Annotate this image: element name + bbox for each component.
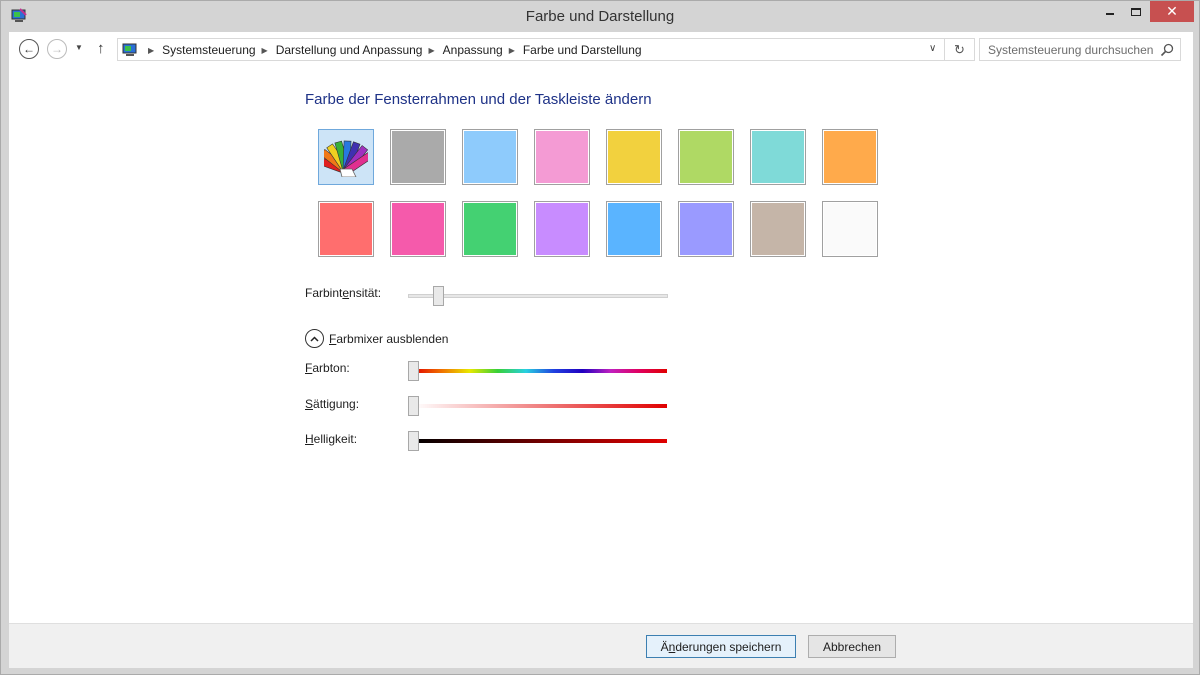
minimize-button[interactable] xyxy=(1097,1,1123,22)
forward-arrow-icon: → xyxy=(51,42,63,56)
saturation-slider-track[interactable] xyxy=(413,404,667,408)
intensity-slider-thumb[interactable] xyxy=(432,286,444,306)
refresh-icon: ↻ xyxy=(954,41,965,57)
brightness-label: Helligkeit: xyxy=(305,432,358,446)
close-button[interactable]: ✕ xyxy=(1150,1,1194,22)
color-swatch-red[interactable] xyxy=(318,201,374,257)
hue-slider-track[interactable] xyxy=(413,369,667,373)
color-swatch-fill xyxy=(464,203,516,255)
color-swatch-fill xyxy=(608,203,660,255)
color-swatch-lavender[interactable] xyxy=(534,201,590,257)
breadcrumb: ▶ Systemsteuerung ▶ Darstellung und Anpa… xyxy=(142,43,642,57)
title-bar[interactable]: Farbe und Darstellung ✕ xyxy=(1,1,1199,32)
footer-bar: Än derungen speichern Abbrechen xyxy=(9,623,1193,668)
color-swatch-green[interactable] xyxy=(678,129,734,185)
search-icon[interactable] xyxy=(1160,43,1174,57)
chevron-down-icon: ▼ xyxy=(75,43,83,52)
hue-label: Farbton: xyxy=(305,361,350,375)
maximize-button[interactable] xyxy=(1123,1,1149,22)
color-swatch-fill xyxy=(464,131,516,183)
color-swatch-fill xyxy=(680,131,732,183)
color-swatch-taupe[interactable] xyxy=(750,201,806,257)
hide-color-mixer-button[interactable]: Farbmixer ausblenden xyxy=(305,329,448,348)
color-swatch-sky-blue[interactable] xyxy=(606,201,662,257)
color-swatch-emerald[interactable] xyxy=(462,201,518,257)
forward-button[interactable]: → xyxy=(47,39,67,59)
minimize-icon xyxy=(1106,12,1114,15)
address-bar[interactable]: ▶ Systemsteuerung ▶ Darstellung und Anpa… xyxy=(117,38,975,61)
close-icon: ✕ xyxy=(1166,3,1178,19)
up-button[interactable]: ↑ xyxy=(97,40,105,57)
saturation-slider-thumb[interactable] xyxy=(408,396,419,416)
color-swatch-fill xyxy=(608,131,660,183)
color-swatch-orange[interactable] xyxy=(822,129,878,185)
breadcrumb-anpassung[interactable]: Anpassung xyxy=(443,43,503,57)
color-swatch-automatic[interactable] xyxy=(318,129,374,185)
color-swatch-light-blue[interactable] xyxy=(462,129,518,185)
page-title: Farbe der Fensterrahmen und der Taskleis… xyxy=(305,91,652,108)
breadcrumb-separator-icon[interactable]: ▶ xyxy=(262,46,268,55)
intensity-label: Farbintensität: xyxy=(305,286,382,300)
hide-color-mixer-label: Farbmixer ausblenden xyxy=(329,331,449,346)
window-title: Farbe und Darstellung xyxy=(525,8,675,25)
color-swatch-fill xyxy=(392,203,444,255)
window: Farbe und Darstellung ✕ ← → ▼ ↑ ▶ System… xyxy=(0,0,1200,675)
search-input[interactable]: Systemsteuerung durchsuchen xyxy=(979,38,1181,61)
breadcrumb-separator-icon[interactable]: ▶ xyxy=(509,46,515,55)
breadcrumb-farbe-und-darstellung[interactable]: Farbe und Darstellung xyxy=(523,43,642,57)
back-arrow-icon: ← xyxy=(23,42,35,56)
color-swatch-fill xyxy=(320,131,372,183)
breadcrumb-systemsteuerung[interactable]: Systemsteuerung xyxy=(162,43,255,57)
refresh-button[interactable]: ↻ xyxy=(944,39,974,60)
navigation-bar: ← → ▼ ↑ ▶ Systemsteuerung ▶ Darstellung … xyxy=(9,32,1193,67)
color-swatch-periwinkle[interactable] xyxy=(678,201,734,257)
chevron-down-icon: ∨ xyxy=(929,43,937,54)
color-swatch-fill xyxy=(536,131,588,183)
recent-locations-button[interactable]: ▼ xyxy=(75,43,83,52)
breadcrumb-darstellung-und-anpassung[interactable]: Darstellung und Anpassung xyxy=(276,43,423,57)
color-palette-icon xyxy=(324,140,368,177)
color-swatch-fill xyxy=(752,203,804,255)
color-swatch-fill xyxy=(824,131,876,183)
control-panel-icon xyxy=(122,43,137,56)
color-swatch-magenta[interactable] xyxy=(390,201,446,257)
search-placeholder: Systemsteuerung durchsuchen xyxy=(988,43,1154,57)
brightness-slider-track[interactable] xyxy=(413,439,667,443)
hue-slider-thumb[interactable] xyxy=(408,361,419,381)
chevron-up-icon xyxy=(305,329,324,348)
color-swatch-white[interactable] xyxy=(822,201,878,257)
color-swatch-fill xyxy=(392,131,444,183)
breadcrumb-separator-icon[interactable]: ▶ xyxy=(428,46,434,55)
intensity-slider-track[interactable] xyxy=(408,294,668,298)
color-swatch-teal[interactable] xyxy=(750,129,806,185)
color-swatch-fill xyxy=(536,203,588,255)
color-swatch-fill xyxy=(824,203,876,255)
maximize-icon xyxy=(1131,7,1141,16)
back-button[interactable]: ← xyxy=(19,39,39,59)
save-changes-button[interactable]: Än derungen speichern xyxy=(646,635,796,658)
brightness-slider-thumb[interactable] xyxy=(408,431,419,451)
color-swatch-fill xyxy=(320,203,372,255)
color-swatch-gray[interactable] xyxy=(390,129,446,185)
color-swatch-yellow[interactable] xyxy=(606,129,662,185)
up-arrow-icon: ↑ xyxy=(97,40,105,57)
address-history-button[interactable]: ∨ xyxy=(929,43,936,54)
color-swatch-pink[interactable] xyxy=(534,129,590,185)
main-content: Farbe der Fensterrahmen und der Taskleis… xyxy=(9,67,1193,623)
color-swatch-fill xyxy=(680,203,732,255)
breadcrumb-separator-icon[interactable]: ▶ xyxy=(148,46,154,55)
cancel-button[interactable]: Abbrechen xyxy=(808,635,896,658)
saturation-label: Sättigung: xyxy=(305,397,360,411)
color-swatch-fill xyxy=(752,131,804,183)
